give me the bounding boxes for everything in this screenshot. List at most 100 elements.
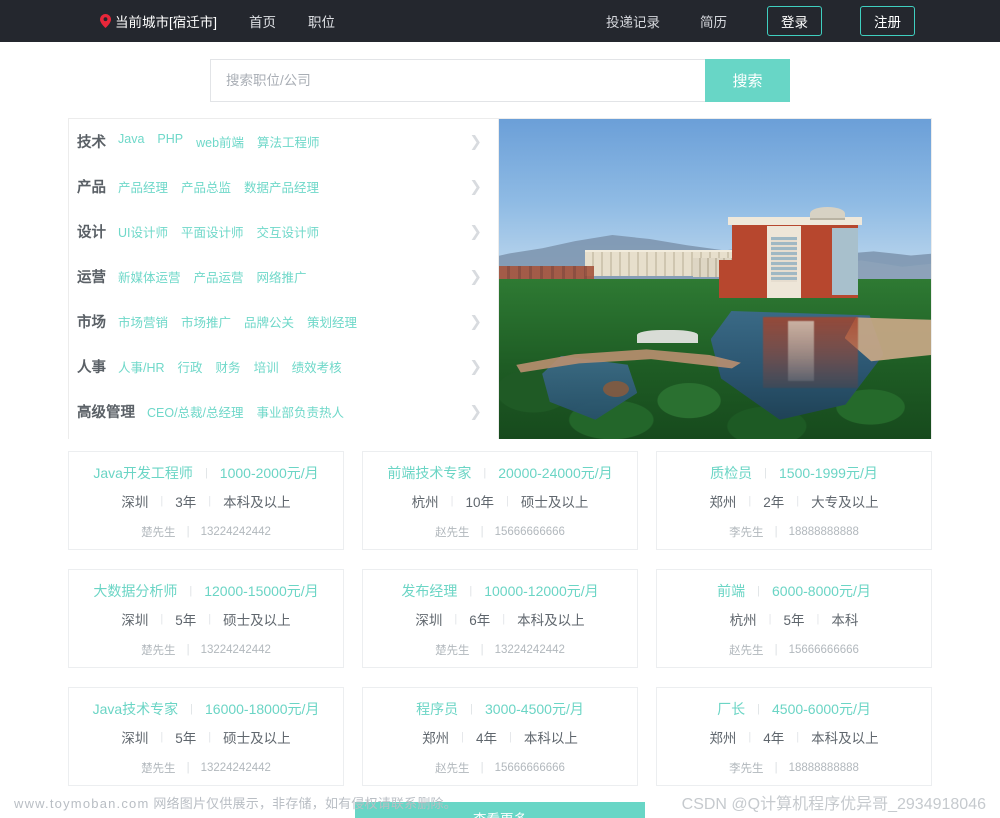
chevron-right-icon[interactable]: ❯ [469,269,482,284]
search-section: 搜索 [0,42,1000,118]
job-city: 深圳 [121,613,149,628]
job-experience: 10年 [465,495,495,510]
category-tag[interactable]: Java [118,132,144,151]
card-line3: 李先生 | 18888888888 [667,760,921,776]
card-line2: 杭州 | 5年 | 本科 [667,609,921,629]
category-tag[interactable]: 数据产品经理 [244,177,319,196]
job-contact-phone: 13224242442 [200,762,271,774]
chevron-right-icon[interactable]: ❯ [469,404,482,419]
category-tag[interactable]: 绩效考核 [292,357,342,376]
category-tag[interactable]: 产品总监 [181,177,231,196]
job-contact-name: 赵先生 [435,527,470,539]
job-salary: 1500-1999元/月 [779,465,878,481]
category-tag[interactable]: 策划经理 [307,312,357,331]
hero-section: 技术 Java PHP web前端 算法工程师 ❯ 产品 产品经理 产品总监 数据产品经理 ❯ 设计 U… [68,118,932,439]
job-experience: 5年 [783,613,805,628]
search-button[interactable]: 搜索 [705,59,790,102]
category-tag[interactable]: 平面设计师 [181,222,244,241]
job-contact-name: 楚先生 [141,763,176,775]
job-card[interactable]: 程序员 | 3000-4500元/月 郑州 | 4年 | 本科以上 赵先生 | 1566666666… [362,687,638,786]
card-line2: 深圳 | 5年 | 硕士及以上 [79,727,333,747]
chevron-right-icon[interactable]: ❯ [469,179,482,194]
job-card[interactable]: 发布经理 | 10000-12000元/月 深圳 | 6年 | 本科及以上 楚先生 | 132242… [362,569,638,668]
category-tag[interactable]: CEO/总裁/总经理 [147,402,244,421]
view-more-button[interactable]: 查看更多 [355,802,645,818]
job-contact-name: 楚先生 [435,645,470,657]
current-city-label: 当前城市[宿迁市] [115,15,218,30]
job-city: 深圳 [121,495,149,510]
category-tag[interactable]: 新媒体运营 [118,267,181,286]
category-row[interactable]: 市场 市场营销 市场推广 品牌公关 策划经理 ❯ [69,299,498,344]
job-education: 本科及以上 [811,731,879,746]
card-line3: 楚先生 | 13224242442 [79,642,333,658]
search-input[interactable] [210,59,705,102]
category-row[interactable]: 人事 人事/HR 行政 财务 培训 绩效考核 ❯ [69,344,498,389]
job-card[interactable]: 质检员 | 1500-1999元/月 郑州 | 2年 | 大专及以上 李先生 | 188888888… [656,451,932,550]
job-experience: 5年 [175,731,197,746]
category-tag[interactable]: PHP [157,132,183,151]
category-tag[interactable]: 算法工程师 [257,132,320,151]
nav-item-applications[interactable]: 投递记录 [606,11,660,31]
job-contact-phone: 18888888888 [788,526,859,538]
job-city: 郑州 [422,731,450,746]
nav-item-home[interactable]: 首页 [249,11,276,31]
category-tag[interactable]: 网络推广 [257,267,307,286]
category-row[interactable]: 运营 新媒体运营 产品运营 网络推广 ❯ [69,254,498,299]
photo-tower-windows [771,237,798,283]
job-card[interactable]: 大数据分析师 | 12000-15000元/月 深圳 | 5年 | 硕士及以上 楚先生 | 1322… [68,569,344,668]
field-separator: | [748,731,752,743]
field-separator: | [509,731,512,743]
category-row[interactable]: 设计 UI设计师 平面设计师 交互设计师 ❯ [69,209,498,254]
field-separator: | [208,495,212,507]
job-city: 深圳 [121,731,149,746]
category-tag[interactable]: web前端 [196,132,244,151]
job-experience: 5年 [175,613,197,628]
card-line1: 厂长 | 4500-6000元/月 [667,699,921,720]
category-tag[interactable]: 产品经理 [118,177,168,196]
category-tag[interactable]: UI设计师 [118,222,168,241]
register-button[interactable]: 注册 [860,6,915,36]
category-row[interactable]: 产品 产品经理 产品总监 数据产品经理 ❯ [69,164,498,209]
field-separator: | [186,644,190,656]
category-row[interactable]: 高级管理 CEO/总裁/总经理 事业部负责热人 ❯ [69,389,498,434]
job-title: 质检员 [710,465,753,481]
job-card[interactable]: 厂长 | 4500-6000元/月 郑州 | 4年 | 本科及以上 李先生 | 1888888888… [656,687,932,786]
campus-aerial-photo [498,119,931,439]
job-card[interactable]: 前端 | 6000-8000元/月 杭州 | 5年 | 本科 赵先生 | 15666666666 [656,569,932,668]
category-name: 市场 [77,315,106,331]
chevron-right-icon[interactable]: ❯ [469,134,482,149]
job-experience: 4年 [475,731,497,746]
job-card[interactable]: 前端技术专家 | 20000-24000元/月 杭州 | 10年 | 硕士及以上 赵先生 | 156… [362,451,638,550]
category-tag[interactable]: 人事/HR [118,357,165,376]
job-card[interactable]: Java开发工程师 | 1000-2000元/月 深圳 | 3年 | 本科及以上 楚先生 | 132… [68,451,344,550]
category-name: 高级管理 [77,405,135,421]
category-tag[interactable]: 培训 [254,357,279,376]
chevron-right-icon[interactable]: ❯ [469,359,482,374]
chevron-right-icon[interactable]: ❯ [469,314,482,329]
category-tag[interactable]: 市场营销 [118,312,168,331]
category-tag[interactable]: 交互设计师 [257,222,320,241]
nav-item-jobs[interactable]: 职位 [308,11,335,31]
job-salary: 12000-15000元/月 [204,583,319,599]
category-tag[interactable]: 财务 [216,357,241,376]
category-tag[interactable]: 市场推广 [181,312,231,331]
job-title: Java开发工程师 [93,465,193,481]
category-row[interactable]: 技术 Java PHP web前端 算法工程师 ❯ [69,119,498,164]
job-city: 深圳 [415,613,443,628]
job-card[interactable]: Java技术专家 | 16000-18000元/月 深圳 | 5年 | 硕士及以上 楚先生 | 13… [68,687,344,786]
chevron-right-icon[interactable]: ❯ [469,224,482,239]
category-tag[interactable]: 行政 [178,357,203,376]
job-education: 本科及以上 [517,613,585,628]
card-line3: 赵先生 | 15666666666 [667,642,921,658]
category-tag[interactable]: 产品运营 [194,267,244,286]
job-contact-name: 李先生 [729,527,764,539]
login-button[interactable]: 登录 [767,6,822,36]
location-pin-icon [100,14,111,28]
category-tag[interactable]: 品牌公关 [244,312,294,331]
job-contact-phone: 13224242442 [494,644,565,656]
job-title: 前端技术专家 [387,465,472,481]
nav-item-resume[interactable]: 简历 [700,11,727,31]
category-tag[interactable]: 事业部负责热人 [257,402,345,421]
current-city-selector[interactable]: 当前城市[宿迁市] [100,11,217,31]
job-contact-phone: 13224242442 [200,526,271,538]
